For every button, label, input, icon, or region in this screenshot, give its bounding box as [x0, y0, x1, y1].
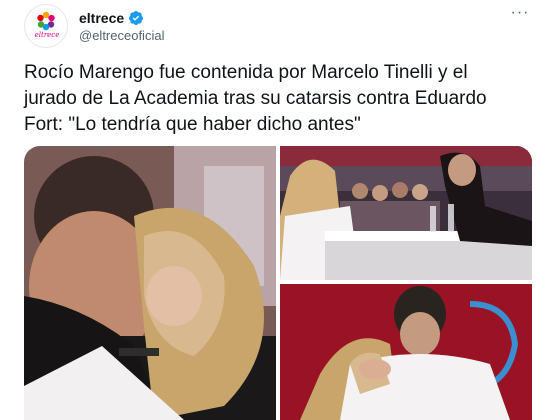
photo-jury-table-image — [280, 146, 532, 280]
photo-jury-table[interactable] — [280, 146, 532, 280]
tweet-text: Rocío Marengo fue contenida por Marcelo … — [24, 62, 487, 135]
photo-hug-closeup-image — [24, 146, 276, 420]
eltrece-logo-icon — [37, 11, 55, 31]
photo-hug-wide-image — [280, 284, 532, 420]
photo-hug-closeup[interactable] — [24, 146, 276, 420]
more-dots-icon[interactable]: ··· — [508, 5, 532, 26]
photo-hug-wide[interactable] — [280, 284, 532, 420]
avatar[interactable]: eltrece — [24, 4, 68, 48]
avatar-logo-text: eltrece — [34, 31, 60, 39]
verified-badge-icon — [129, 11, 144, 25]
media-grid — [24, 146, 532, 420]
account-handle[interactable]: @eltreceoficial — [79, 28, 164, 43]
name-row: eltrece — [79, 10, 144, 26]
tweet-header: eltrece eltrece @eltreceoficial ··· — [24, 4, 532, 48]
display-name[interactable]: eltrece — [79, 10, 124, 26]
